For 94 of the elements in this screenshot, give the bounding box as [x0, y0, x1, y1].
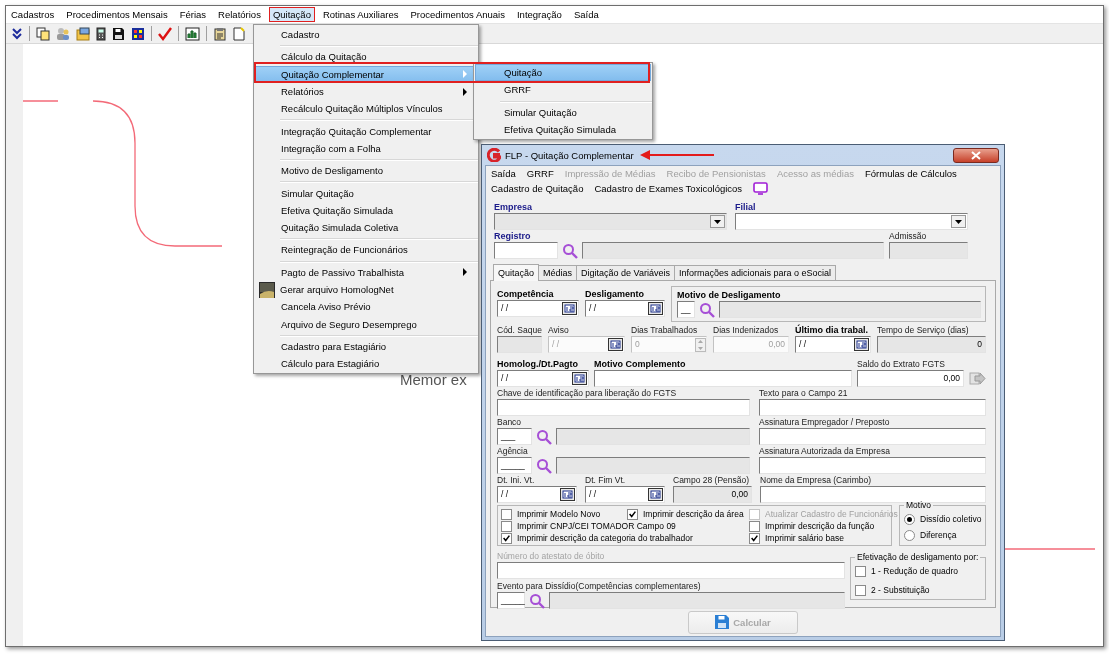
checkbox-label: 2 - Substituição: [871, 585, 930, 595]
menu-item[interactable]: Quitação: [268, 7, 315, 22]
code-field[interactable]: _____: [497, 457, 532, 474]
field-label: Motivo Complemento: [594, 358, 687, 370]
menu-item[interactable]: Integração com a Folha: [255, 139, 477, 158]
menu-item[interactable]: Integração Quitação Complementar: [255, 122, 477, 140]
menu-item[interactable]: GRRF: [526, 168, 554, 179]
menu-item[interactable]: Rotinas Auxiliares: [318, 7, 403, 22]
field-label: Evento para Dissídio(Competências complementares): [497, 580, 702, 592]
field-label: Banco: [497, 416, 523, 428]
checkbox-label: Imprimir descrição da função: [765, 521, 875, 531]
field-label: Chave de identificação para liberação do FGTS: [497, 387, 678, 399]
field-label: Dt. Fim Vt.: [585, 474, 627, 486]
menu-item[interactable]: Relatórios: [255, 82, 477, 101]
code-field[interactable]: _____: [497, 592, 525, 609]
menu-item[interactable]: Quitação Simulada Coletiva: [255, 218, 477, 237]
field-label: Número do atestato de óbito: [497, 550, 606, 562]
field-label: Assinatura Empregador / Preposto: [759, 416, 891, 428]
menu-item[interactable]: Efetiva Quitação Simulada: [255, 201, 477, 219]
menu-item[interactable]: Saída: [569, 7, 603, 22]
menu-item[interactable]: Cadastro de Quitação: [491, 183, 584, 194]
field-label: Tempo de Serviço (dias): [877, 324, 970, 336]
field-label: Empresa: [494, 201, 534, 213]
checkbox-label: Imprimir descrição da área: [643, 509, 744, 519]
field-label: Dt. Ini. Vt.: [497, 474, 536, 486]
menu-item[interactable]: Cadastro: [255, 26, 477, 44]
field-label: Campo 28 (Pensão): [673, 474, 751, 486]
window-title: FLP - Quitação Complementar: [505, 149, 634, 161]
date-field[interactable]: / /: [497, 486, 577, 503]
field-label: Competência: [497, 288, 555, 300]
checkbox-label: Imprimir Modelo Novo: [517, 509, 601, 519]
field-label: Cód. Saque: [497, 324, 542, 336]
date-field[interactable]: / /: [585, 300, 665, 317]
menu-item[interactable]: Simular Quitação: [475, 103, 651, 121]
menu-item[interactable]: Reintegração de Funcionários: [255, 241, 477, 259]
checkbox-label: Imprimir salário base: [765, 533, 844, 543]
menu-item[interactable]: Cadastro de Exames Toxicológicos: [594, 183, 743, 194]
menu-item[interactable]: Simular Quitação: [255, 184, 477, 202]
code-field[interactable]: ___: [497, 428, 532, 445]
menu-item[interactable]: Relatórios: [214, 7, 265, 22]
radio-label: Dissídio coletivo: [920, 514, 982, 524]
field-label: Registro: [494, 230, 532, 242]
menu-item[interactable]: Gerar arquivo HomologNet: [255, 280, 477, 299]
menu-item[interactable]: Cálculo para Estagiário: [255, 355, 477, 373]
checkbox-label: Imprimir CNPJ/CEI TOMADOR Campo 09: [517, 521, 676, 531]
field-label: Aviso: [548, 324, 570, 336]
menu-item[interactable]: Motivo de Desligamento: [255, 162, 477, 180]
menu-item[interactable]: Quitação: [475, 64, 651, 82]
menu-item[interactable]: Fórmulas de Cálculos: [864, 168, 957, 179]
group-title: Motivo: [905, 500, 933, 510]
tab[interactable]: Informações adicionais para o eSocial: [673, 265, 837, 280]
menu-item[interactable]: Pagto de Passivo Trabalhista: [255, 263, 477, 281]
field-label: Agência: [497, 445, 529, 457]
field-label: Último dia trabal.: [795, 324, 869, 336]
menu-item[interactable]: Cadastros: [7, 7, 59, 22]
menu-item[interactable]: Cancela Aviso Prévio: [255, 298, 477, 316]
checkbox-label: Imprimir descrição da categoria do trabalhador: [517, 533, 693, 543]
menu-item[interactable]: Integração: [512, 7, 566, 22]
field-label: Desligamento: [585, 288, 645, 300]
number-field[interactable]: 0,00: [857, 370, 964, 387]
menu-item[interactable]: Férias: [175, 7, 211, 22]
menu-item[interactable]: Efetiva Quitação Simulada: [475, 120, 651, 139]
menu-item[interactable]: Recálculo Quitação Múltiplos Vínculos: [255, 100, 477, 118]
menu-item[interactable]: Arquivo de Seguro Desemprego: [255, 315, 477, 333]
field-label: Saldo do Extrato FGTS: [857, 358, 946, 370]
field-label: Dias Trabalhados: [631, 324, 699, 336]
field-label: Filial: [735, 201, 757, 213]
menu-item[interactable]: Procedimentos Anuais: [406, 7, 509, 22]
tab[interactable]: Digitação de Variáveis: [576, 265, 675, 280]
field-label: Assinatura Autorizada da Empresa: [759, 445, 891, 457]
radio-label: Diferença: [920, 530, 957, 540]
number-field[interactable]: 0: [877, 336, 986, 353]
field-label: Motivo de Desligamento: [677, 289, 782, 301]
field-label: Texto para o Campo 21: [759, 387, 849, 399]
menu-item[interactable]: Cadastro para Estagiário: [255, 337, 477, 356]
field-label: Nome da Empresa (Carimbo): [760, 474, 872, 486]
menu-item[interactable]: Cálculo da Quitação: [255, 48, 477, 66]
menu-item[interactable]: GRRF: [475, 81, 651, 99]
code-field[interactable]: __: [677, 301, 695, 318]
menu-item[interactable]: Procedimentos Mensais: [62, 7, 172, 22]
date-field[interactable]: / /: [795, 336, 871, 353]
field-label: Homolog./Dt.Pagto: [497, 358, 579, 370]
checkbox-label: 1 - Redução de quadro: [871, 566, 958, 576]
tab[interactable]: Quitação: [493, 264, 540, 281]
date-field[interactable]: / /: [497, 370, 589, 387]
group-title: Efetivação de desligamento por:: [856, 552, 980, 562]
checkbox-label: Atualizar Cadastro de Funcionários: [765, 509, 898, 519]
date-field[interactable]: / /: [585, 486, 665, 503]
menu-item[interactable]: Saída: [491, 168, 516, 179]
number-field[interactable]: 0,00: [673, 486, 752, 503]
date-field[interactable]: / /: [497, 300, 579, 317]
field-label: Admissão: [889, 230, 928, 242]
field-label: Dias Indenizados: [713, 324, 780, 336]
background-text: Memor ex: [400, 371, 467, 388]
